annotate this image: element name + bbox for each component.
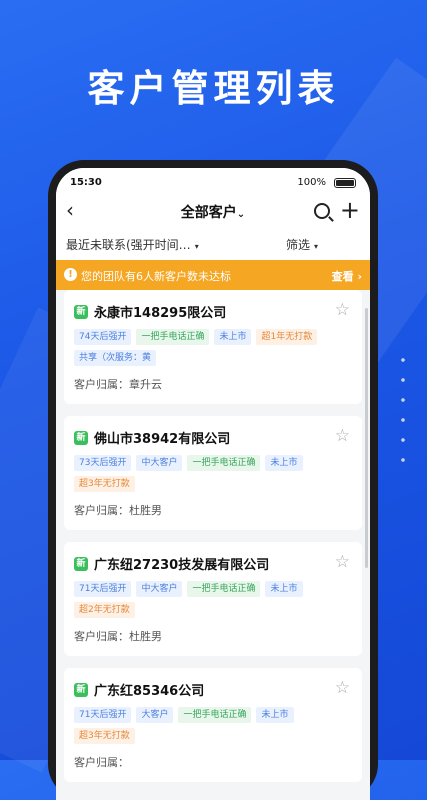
customer-tag: 73天后强开	[74, 455, 132, 471]
customer-card[interactable]: 新 永康市148295限公司 ☆ 74天后强开 一把手电话正确 未上市 超1年无打款共…	[64, 290, 362, 404]
customer-name: 广东纽27230技发展有限公司	[94, 558, 270, 573]
plus-icon[interactable]: +	[340, 196, 360, 224]
customer-tag: 共享（次服务：黄	[74, 350, 157, 366]
customer-tag: 中大客户	[136, 581, 183, 597]
headline: 客户管理列表	[87, 67, 340, 110]
customer-tag: 超2年无打款	[74, 602, 135, 618]
tag-list: 74天后强开 一把手电话正确 未上市 超1年无打款共享（次服务：黄	[74, 329, 352, 366]
customer-name: 永康市148295限公司	[94, 306, 227, 321]
customer-name: 佛山市38942有限公司	[94, 432, 231, 447]
decorative-dots	[399, 350, 407, 470]
star-icon[interactable]: ☆	[335, 426, 350, 446]
customer-tag: 未上市	[265, 455, 303, 471]
customer-tag: 大客户	[136, 707, 174, 723]
owner-label: 客户归属：	[74, 756, 129, 769]
customer-tag: 中大客户	[136, 455, 183, 471]
info-icon: !	[64, 268, 77, 281]
customer-tag: 74天后强开	[74, 329, 132, 345]
customer-name: 广东红85346公司	[94, 684, 205, 699]
filter-bar: 最近未联系(强开时间… ▾ 筛选 ▾	[56, 226, 370, 260]
dropdown-arrow-icon: ▾	[194, 242, 199, 251]
sort-filter-dropdown[interactable]: 最近未联系(强开时间… ▾	[66, 236, 199, 253]
nav-bar: ‹ 全部客户⌄ +	[56, 196, 370, 226]
new-badge: 新	[74, 430, 88, 445]
star-icon[interactable]: ☆	[335, 552, 350, 572]
customer-tag: 一把手电话正确	[187, 581, 261, 597]
new-badge: 新	[74, 556, 88, 571]
tag-list: 71天后强开 大客户 一把手电话正确 未上市超3年无打款	[74, 707, 352, 744]
card-header: 新 永康市148295限公司	[74, 302, 352, 321]
dropdown-arrow-icon: ▾	[313, 242, 318, 251]
new-badge: 新	[74, 682, 88, 697]
status-right: 100%	[297, 177, 326, 188]
owner-name: 杜胜男	[129, 630, 162, 643]
tag-list: 73天后强开 中大客户 一把手电话正确 未上市超3年无打款	[74, 455, 352, 492]
team-alert-banner: ! 您的团队有6人新客户数未达标 查看 ›	[56, 260, 370, 290]
chevron-down-icon: ⌄	[236, 209, 246, 220]
tag-list: 71天后强开 中大客户 一把手电话正确 未上市超2年无打款	[74, 581, 352, 618]
card-header: 新 广东红85346公司	[74, 680, 352, 699]
customer-owner: 客户归属：杜胜男	[74, 628, 352, 644]
star-icon[interactable]: ☆	[335, 300, 350, 320]
view-button[interactable]: 查看 ›	[332, 268, 362, 284]
customer-owner: 客户归属：	[74, 754, 352, 770]
new-badge: 新	[74, 304, 88, 319]
customer-card[interactable]: 新 佛山市38942有限公司 ☆ 73天后强开 中大客户 一把手电话正确 未上市超3年…	[64, 416, 362, 530]
customer-tag: 未上市	[265, 581, 303, 597]
screen-filter-dropdown[interactable]: 筛选 ▾	[286, 236, 318, 253]
customer-tag: 超3年无打款	[74, 728, 135, 744]
owner-label: 客户归属：	[74, 378, 129, 391]
customer-owner: 客户归属：杜胜男	[74, 502, 352, 518]
customer-tag: 71天后强开	[74, 581, 132, 597]
customer-tag: 一把手电话正确	[178, 707, 252, 723]
phone-frame: 15:30 100% ‹ 全部客户⌄ + 最近未联系(强开时间… ▾ 筛选 ▾ ! …	[48, 160, 378, 800]
card-header: 新 佛山市38942有限公司	[74, 428, 352, 447]
customer-owner: 客户归属：章升云	[74, 376, 352, 392]
customer-tag: 未上市	[256, 707, 294, 723]
customer-tag: 未上市	[214, 329, 252, 345]
owner-name: 杜胜男	[129, 504, 162, 517]
sort-filter-label: 最近未联系(强开时间…	[66, 238, 191, 252]
owner-name: 章升云	[129, 378, 162, 391]
customer-card[interactable]: 新 广东红85346公司 ☆ 71天后强开 大客户 一把手电话正确 未上市超3年无打款…	[64, 668, 362, 782]
banner-text: 您的团队有6人新客户数未达标	[81, 270, 231, 283]
customer-tag: 一把手电话正确	[136, 329, 210, 345]
search-icon[interactable]	[314, 203, 330, 219]
owner-label: 客户归属：	[74, 630, 129, 643]
screen-filter-label: 筛选	[285, 238, 310, 252]
customer-list: 新 永康市148295限公司 ☆ 74天后强开 一把手电话正确 未上市 超1年无打款共…	[56, 290, 370, 794]
customer-tag: 71天后强开	[74, 707, 132, 723]
customer-tag: 超3年无打款	[74, 476, 135, 492]
battery-icon	[334, 178, 356, 188]
phone-screen: 15:30 100% ‹ 全部客户⌄ + 最近未联系(强开时间… ▾ 筛选 ▾ ! …	[56, 168, 370, 800]
card-header: 新 广东纽27230技发展有限公司	[74, 554, 352, 573]
status-bar: 15:30 100%	[56, 168, 370, 196]
customer-tag: 超1年无打款	[256, 329, 318, 345]
battery-percent: 100%	[297, 177, 326, 188]
page-title: 全部客户	[180, 205, 237, 221]
customer-tag: 一把手电话正确	[187, 455, 261, 471]
customer-card[interactable]: 新 广东纽27230技发展有限公司 ☆ 71天后强开 中大客户 一把手电话正确 未上市…	[64, 542, 362, 656]
scrollbar[interactable]	[365, 308, 368, 568]
status-time: 15:30	[70, 177, 102, 188]
star-icon[interactable]: ☆	[335, 678, 350, 698]
owner-label: 客户归属：	[74, 504, 129, 517]
